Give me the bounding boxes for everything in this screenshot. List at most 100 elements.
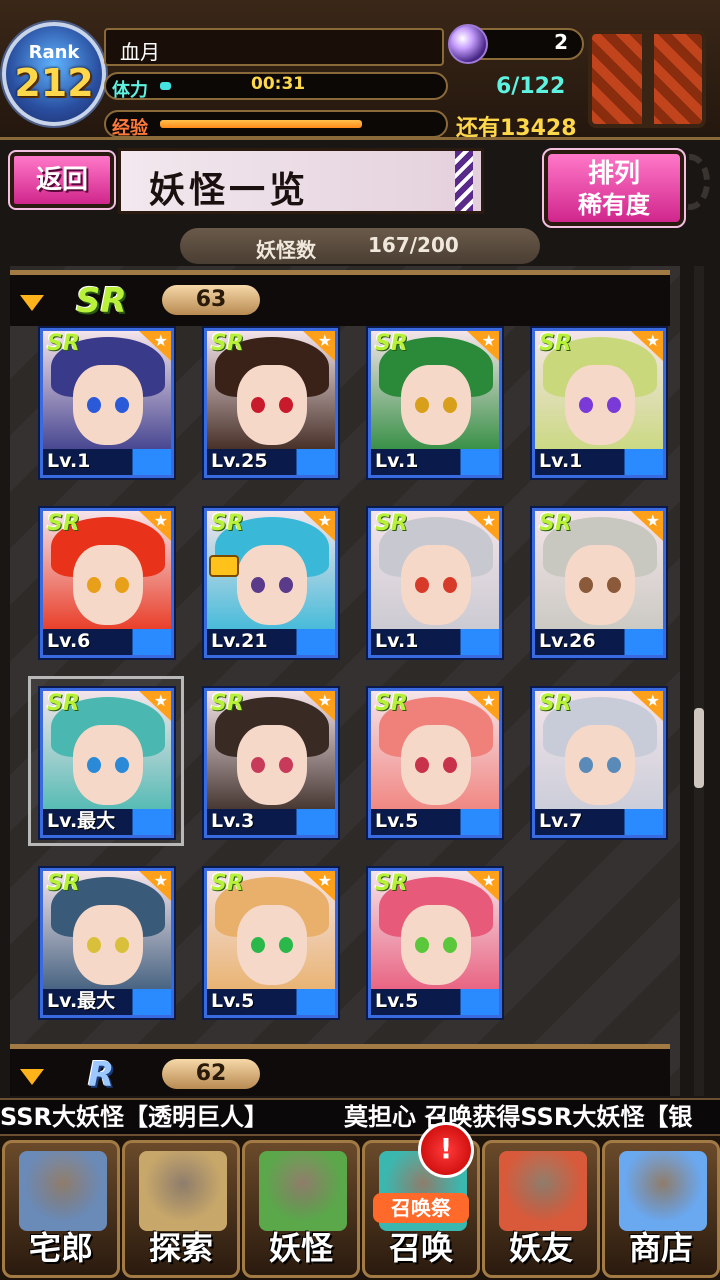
rarity-badge: SR [76, 281, 127, 321]
card-rarity: SR [47, 511, 80, 536]
crystal-orb-icon [619, 1151, 707, 1231]
box-capacity: 6/122 [496, 74, 566, 99]
magnifier-icon [139, 1151, 227, 1231]
yokai-card[interactable]: SR ★ Lv.1 [530, 326, 668, 480]
stamina-fill [160, 82, 171, 90]
collapse-arrow-icon[interactable] [20, 1069, 44, 1085]
portrait-face [401, 545, 471, 625]
scroll-thumb[interactable] [694, 708, 704, 788]
portrait-face [565, 545, 635, 625]
yokai-card[interactable]: SR ★ Lv.3 [202, 686, 340, 840]
portrait-eye [443, 577, 457, 593]
nav-friends[interactable]: 妖友 [482, 1140, 600, 1278]
yokai-card[interactable]: SR ★ Lv.5 [366, 686, 504, 840]
portrait-eye [607, 757, 621, 773]
portrait-eye [115, 757, 129, 773]
summon-alert-badge: ! [418, 1122, 474, 1178]
back-button[interactable]: 返回 [8, 150, 116, 210]
portrait-face [401, 725, 471, 805]
card-level: Lv.1 [371, 449, 499, 475]
bottom-nav: 宅郎 探索 妖怪 召唤祭 召唤 妖友 商店 [0, 1136, 720, 1280]
card-level: Lv.6 [43, 629, 171, 655]
house-icon [19, 1151, 107, 1231]
portrait-eye [251, 397, 265, 413]
portrait-face [565, 365, 635, 445]
nav-yokai[interactable]: 妖怪 [242, 1140, 360, 1278]
treasure-chest-icon[interactable] [588, 30, 706, 128]
nav-shop[interactable]: 商店 [602, 1140, 720, 1278]
yokai-card[interactable]: SR ★ Lv.7 [530, 686, 668, 840]
stamina-label: 体力 [112, 80, 148, 101]
card-rarity: SR [539, 331, 572, 356]
card-rarity: SR [211, 511, 244, 536]
yokai-card[interactable]: SR ★ Lv.最大 [38, 686, 176, 840]
card-rarity: SR [375, 511, 408, 536]
portrait-face [73, 545, 143, 625]
nav-home[interactable]: 宅郎 [2, 1140, 120, 1278]
portrait-face [237, 905, 307, 985]
card-level: Lv.最大 [43, 809, 171, 835]
portrait-eye [279, 937, 293, 953]
exp-label: 经验 [112, 118, 148, 139]
portrait-eye [415, 577, 429, 593]
portrait-eye [87, 937, 101, 953]
card-rarity: SR [375, 331, 408, 356]
yokai-card[interactable]: SR ★ Lv.25 [202, 326, 340, 480]
yokai-card[interactable]: SR ★ Lv.1 [366, 506, 504, 660]
portrait-eye [279, 757, 293, 773]
portrait-eye [415, 937, 429, 953]
card-level: Lv.3 [207, 809, 335, 835]
nav-label: 商店 [628, 1229, 693, 1267]
sort-button-label: 排列 [587, 159, 640, 189]
banner-stripe [455, 151, 473, 211]
yokai-card[interactable]: SR ★ Lv.1 [38, 326, 176, 480]
nav-label: 召唤 [388, 1229, 453, 1267]
rank-badge[interactable]: Rank 212 [2, 22, 106, 126]
card-level: Lv.7 [535, 809, 663, 835]
yokai-card[interactable]: SR ★ Lv.5 [202, 866, 340, 1020]
rarity-count: 62 [162, 1059, 260, 1089]
portrait-face [401, 365, 471, 445]
rarity-section-header-r[interactable]: R 62 [10, 1044, 670, 1096]
sort-button[interactable]: 排列 稀有度 [542, 148, 686, 228]
scrollbar[interactable] [694, 266, 704, 1096]
portrait-eye [579, 397, 593, 413]
portrait-face [565, 725, 635, 805]
yokai-list[interactable]: SR 63 SR ★ Lv.1 SR ★ Lv.25 SR ★ Lv.1 SR ★ Lv.1 SR ★ Lv… [10, 266, 680, 1096]
portrait-face [237, 725, 307, 805]
card-rarity: SR [375, 871, 408, 896]
nav-label: 妖友 [508, 1229, 573, 1267]
card-level: Lv.1 [535, 449, 663, 475]
rarity-section-header-sr[interactable]: SR 63 [10, 270, 670, 326]
ticker-text-left: SSR大妖怪【透明巨人】 [0, 1103, 268, 1131]
portrait-eye [251, 937, 265, 953]
yokai-card[interactable]: SR ★ Lv.5 [366, 866, 504, 1020]
yokai-card[interactable]: SR ★ Lv.6 [38, 506, 176, 660]
nav-label: 妖怪 [268, 1229, 333, 1267]
portrait-eye [579, 757, 593, 773]
title-row: 返回 妖怪一览 排列 稀有度 [0, 146, 720, 228]
player-name: 血月 [104, 28, 444, 66]
rarity-badge: R [88, 1055, 115, 1095]
rarity-count: 63 [162, 285, 260, 315]
yokai-card[interactable]: SR ★ Lv.最大 [38, 866, 176, 1020]
yokai-count: 妖怪数 167/200 [180, 228, 540, 264]
yokai-count-value: 167/200 [368, 233, 459, 257]
portrait-face [401, 905, 471, 985]
rank-label: Rank [28, 42, 80, 63]
nav-label: 探索 [148, 1229, 213, 1267]
card-level: Lv.1 [371, 629, 499, 655]
card-rarity: SR [539, 691, 572, 716]
spirit-orb-icon [448, 24, 488, 64]
card-rarity: SR [211, 331, 244, 356]
collapse-arrow-icon[interactable] [20, 295, 44, 311]
yokai-count-label: 妖怪数 [256, 238, 316, 262]
card-level: Lv.5 [371, 809, 499, 835]
yokai-card[interactable]: SR ★ Lv.26 [530, 506, 668, 660]
card-level: Lv.26 [535, 629, 663, 655]
rank-number: 212 [14, 61, 94, 105]
portrait-face [73, 365, 143, 445]
yokai-card[interactable]: SR ★ Lv.1 [366, 326, 504, 480]
nav-explore[interactable]: 探索 [122, 1140, 240, 1278]
yokai-card[interactable]: SR ★ Lv.21 [202, 506, 340, 660]
